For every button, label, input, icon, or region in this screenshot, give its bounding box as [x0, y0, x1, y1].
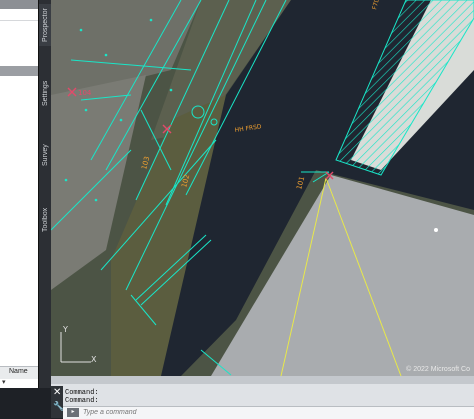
palette-row-divider [0, 20, 38, 21]
drawing-viewport[interactable]: 104 103 102 101 HH FRSD F7D Y X © 2022 M… [51, 0, 474, 376]
command-history-line: Command: [65, 397, 99, 405]
command-prompt-icon[interactable]: ▸ [67, 408, 79, 417]
ucs-x-label: X [91, 355, 97, 364]
column-header-name[interactable]: Name [9, 368, 28, 375]
palette-selected-row[interactable] [0, 66, 38, 76]
survey-point[interactable] [104, 53, 108, 57]
survey-point[interactable] [119, 118, 123, 122]
vertical-tab-strip: Prospector Settings Survey Toolbox [38, 0, 52, 388]
ucs-y-label: Y [62, 325, 68, 334]
survey-point[interactable] [169, 88, 173, 92]
survey-point[interactable] [64, 178, 68, 182]
survey-point[interactable] [79, 28, 83, 32]
drawing-canvas[interactable]: 104 103 102 101 HH FRSD F7D Y X [51, 0, 474, 376]
triangle-down-icon[interactable]: ▾ [2, 378, 6, 386]
survey-point[interactable] [434, 228, 438, 232]
survey-point[interactable] [94, 198, 98, 202]
command-history-line: Command: [65, 389, 99, 397]
palette-titlebar [0, 0, 38, 9]
survey-point[interactable] [84, 108, 88, 112]
survey-point[interactable] [149, 18, 153, 22]
command-input[interactable] [83, 407, 463, 418]
imagery-copyright: © 2022 Microsoft Co [406, 366, 470, 373]
command-history-scrollbar[interactable] [51, 376, 474, 384]
command-input-bar: ▸ [63, 406, 474, 419]
point-label-104[interactable]: 104 [78, 89, 92, 97]
tool-palette: Name ▾ [0, 0, 38, 388]
command-line-window: ✕ 🔧 Command: Command: ▸ [51, 376, 474, 419]
close-icon[interactable]: ✕ [53, 388, 61, 398]
